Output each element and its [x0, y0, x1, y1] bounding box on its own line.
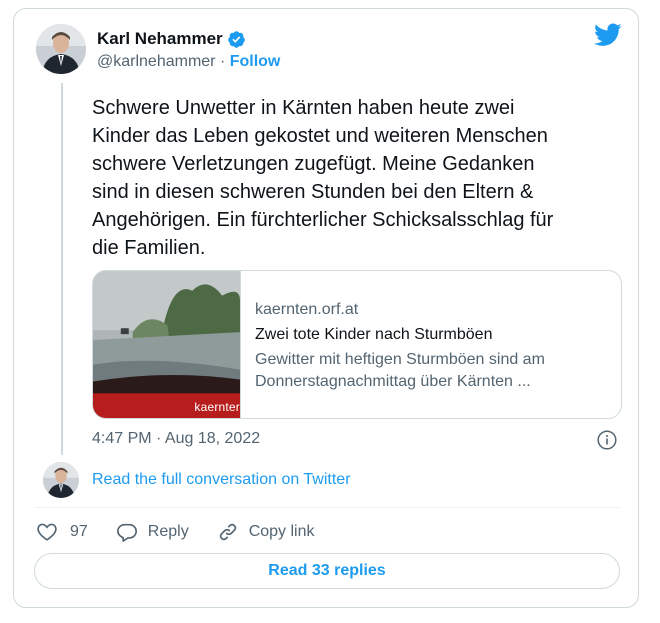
- handle-separator: ·: [215, 53, 230, 70]
- read-conversation-link[interactable]: Read the full conversation on Twitter: [92, 471, 351, 489]
- heart-icon: [37, 523, 57, 541]
- tweet-action-bar: 97 Reply Copy link: [36, 519, 343, 545]
- link-domain: kaernten.orf.at: [255, 301, 359, 318]
- actions-divider: [34, 507, 620, 508]
- like-count: 97: [70, 523, 88, 540]
- embedded-tweet-card: Karl Nehammer @karlnehammer · Follow Sch…: [13, 8, 639, 608]
- author-avatar[interactable]: [36, 24, 86, 74]
- thread-connector-line: [61, 83, 63, 455]
- avatar-portrait-image: [36, 24, 86, 74]
- like-button[interactable]: 97: [36, 521, 88, 543]
- twitter-bird-icon[interactable]: [594, 23, 622, 47]
- link-icon: [219, 523, 236, 541]
- reply-bubble-icon: [116, 523, 137, 542]
- author-display-name[interactable]: Karl Nehammer: [97, 29, 223, 49]
- link-title: Zwei tote Kinder nach Sturmböen: [255, 326, 493, 343]
- reply-label: Reply: [147, 523, 189, 540]
- follow-button[interactable]: Follow: [230, 53, 281, 70]
- copy-link-label: Copy link: [248, 523, 315, 540]
- link-preview-card[interactable]: kaernter kaernten.orf.at Zwei tote Kinde…: [92, 270, 622, 419]
- author-handle-row: @karlnehammer · Follow: [97, 53, 280, 71]
- info-icon[interactable]: [597, 430, 617, 450]
- copy-link-button[interactable]: Copy link: [217, 521, 315, 543]
- avatar-portrait-image: [43, 462, 79, 498]
- tweet-timestamp[interactable]: 4:47 PM · Aug 18, 2022: [92, 430, 260, 448]
- author-avatar-small[interactable]: [43, 462, 79, 498]
- tweet-body-text: Schwere Unwetter in Kärnten haben heute …: [92, 97, 554, 259]
- thumbnail-caption: kaernter: [194, 400, 240, 414]
- author-handle[interactable]: @karlnehammer: [97, 53, 216, 70]
- reply-button[interactable]: Reply: [116, 521, 189, 543]
- link-description: Gewitter mit heftigen Sturmböen sind am …: [255, 351, 545, 390]
- verified-badge-icon: [227, 30, 246, 49]
- author-name-row[interactable]: Karl Nehammer: [97, 29, 246, 49]
- link-preview-info: kaernten.orf.at Zwei tote Kinder nach St…: [241, 271, 545, 418]
- link-preview-thumbnail: kaernter: [93, 271, 241, 418]
- read-replies-button[interactable]: Read 33 replies: [34, 553, 620, 589]
